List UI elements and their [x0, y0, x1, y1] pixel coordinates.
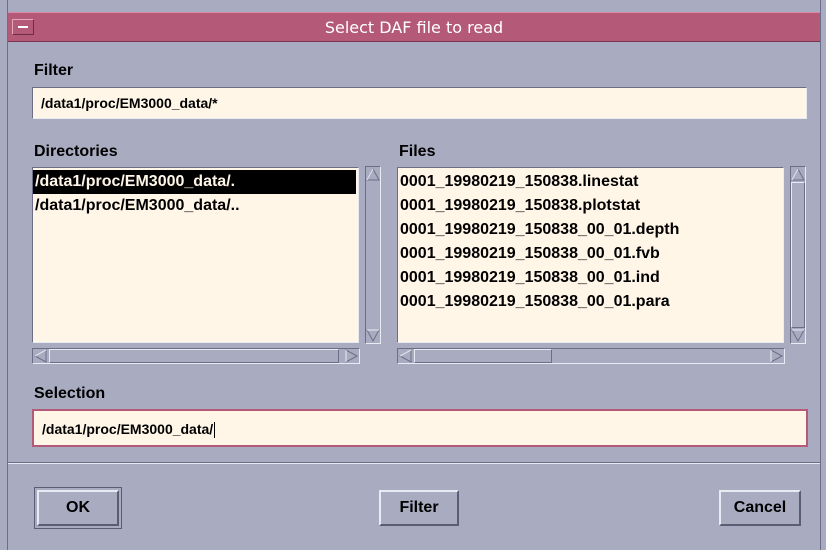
directories-vscrollbar[interactable]: [365, 166, 381, 344]
triangle-left-icon[interactable]: [33, 349, 47, 363]
files-list[interactable]: 0001_19980219_150838.linestat 0001_19980…: [397, 167, 784, 343]
files-label: Files: [399, 143, 436, 160]
separator: [8, 462, 820, 464]
triangle-down-icon[interactable]: [366, 329, 380, 343]
file-item[interactable]: 0001_19980219_150838.linestat: [398, 170, 783, 194]
file-item[interactable]: 0001_19980219_150838.plotstat: [398, 194, 783, 218]
window-frame-left[interactable]: [0, 0, 8, 550]
file-item[interactable]: 0001_19980219_150838_00_01.fvb: [398, 242, 783, 266]
window-title: Select DAF file to read: [324, 18, 504, 37]
directories-hscrollbar[interactable]: [32, 348, 360, 364]
directory-item-current[interactable]: /data1/proc/EM3000_data/.: [33, 170, 356, 194]
files-hscrollbar[interactable]: [397, 348, 785, 364]
triangle-left-icon[interactable]: [398, 349, 412, 363]
ok-button[interactable]: OK: [37, 490, 119, 526]
file-item[interactable]: 0001_19980219_150838_00_01.depth: [398, 218, 783, 242]
directories-label: Directories: [34, 143, 118, 160]
triangle-right-icon[interactable]: [770, 349, 784, 363]
file-dialog-window: Select DAF file to read Filter /data1/pr…: [0, 0, 826, 550]
file-item[interactable]: 0001_19980219_150838_00_01.para: [398, 290, 783, 314]
directory-item-parent[interactable]: /data1/proc/EM3000_data/..: [33, 194, 358, 218]
filter-button[interactable]: Filter: [379, 490, 459, 526]
files-vscroll-thumb[interactable]: [791, 182, 805, 328]
title-bar[interactable]: Select DAF file to read: [8, 12, 820, 42]
filter-input-value: /data1/proc/EM3000_data/*: [41, 95, 218, 111]
filter-label: Filter: [34, 62, 74, 79]
selection-input[interactable]: /data1/proc/EM3000_data/: [32, 409, 808, 447]
text-cursor: [214, 422, 216, 439]
triangle-up-icon[interactable]: [366, 167, 380, 181]
window-frame-right[interactable]: [820, 0, 826, 550]
directories-hscroll-thumb[interactable]: [49, 349, 339, 363]
triangle-right-icon[interactable]: [345, 349, 359, 363]
selection-label: Selection: [34, 385, 106, 402]
triangle-down-icon[interactable]: [791, 329, 805, 343]
selection-input-value: /data1/proc/EM3000_data/: [42, 421, 214, 437]
directories-list[interactable]: /data1/proc/EM3000_data/. /data1/proc/EM…: [32, 167, 359, 343]
file-item[interactable]: 0001_19980219_150838_00_01.ind: [398, 266, 783, 290]
cancel-button[interactable]: Cancel: [719, 490, 801, 526]
files-vscrollbar[interactable]: [790, 166, 806, 344]
triangle-up-icon[interactable]: [791, 167, 805, 181]
filter-input[interactable]: /data1/proc/EM3000_data/*: [32, 87, 807, 119]
files-hscroll-thumb[interactable]: [414, 349, 552, 363]
